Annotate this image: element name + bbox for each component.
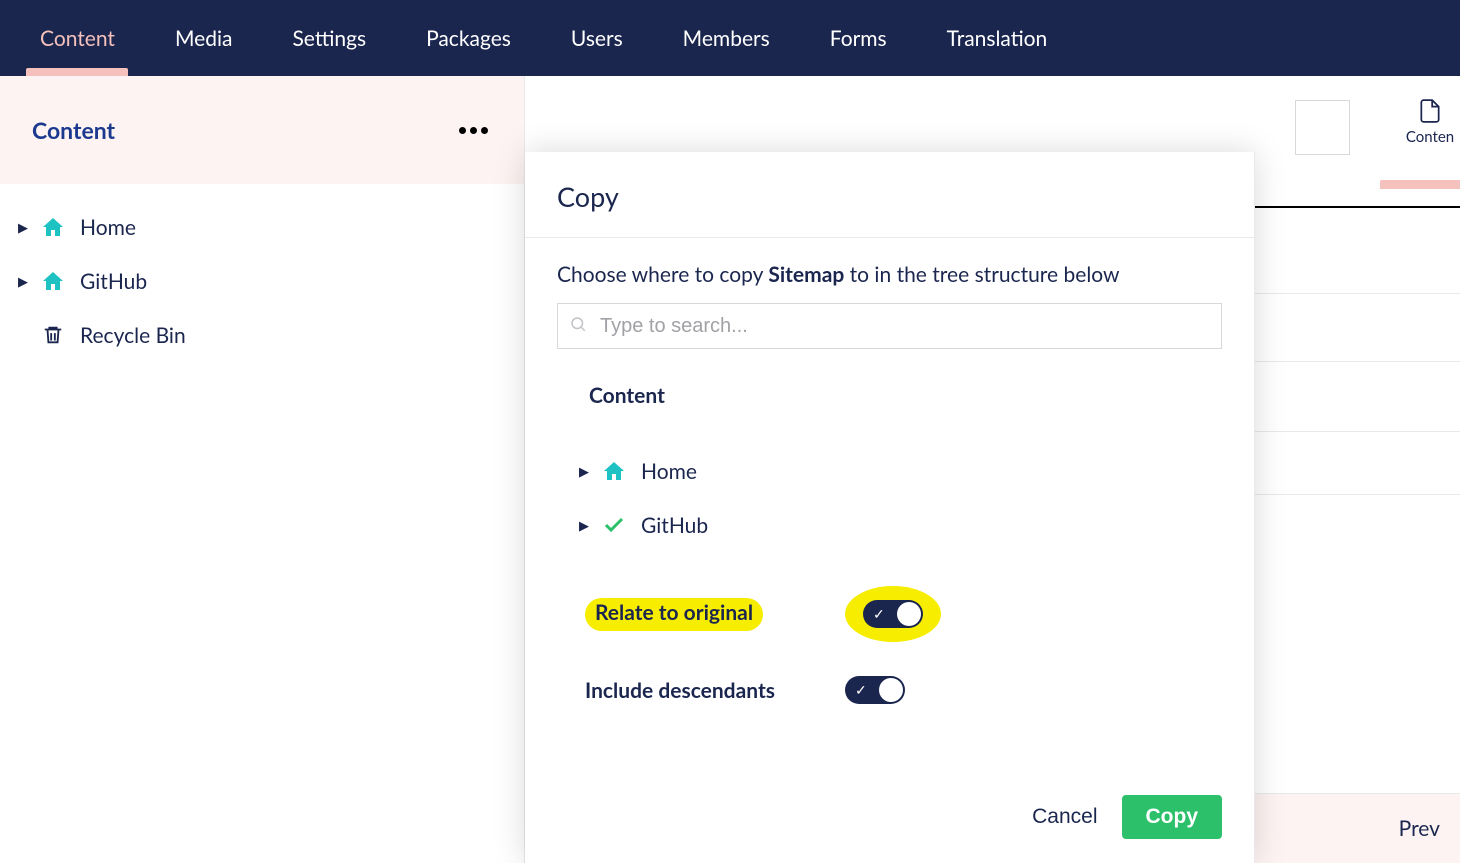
- sidebar-header: Content: [0, 76, 524, 184]
- tree-item-recycle-bin[interactable]: Recycle Bin: [14, 308, 524, 362]
- toggle-relate-label: Relate to original: [585, 598, 845, 631]
- tree-label: GitHub: [74, 269, 147, 294]
- dialog-title: Copy: [557, 180, 1222, 213]
- search-icon: [569, 315, 587, 337]
- cancel-button[interactable]: Cancel: [1032, 805, 1097, 829]
- sidebar-title: Content: [32, 116, 115, 144]
- tab-content[interactable]: Conten: [1400, 98, 1460, 146]
- top-nav: Content Media Settings Packages Users Me…: [0, 0, 1460, 76]
- trash-icon: [32, 324, 74, 346]
- caret-right-icon[interactable]: ▶: [575, 517, 593, 534]
- more-icon[interactable]: [451, 119, 496, 142]
- checkmark-icon: ✓: [873, 605, 885, 623]
- toggle-relate[interactable]: ✓: [863, 600, 923, 628]
- toggle-descendants-label: Include descendants: [585, 678, 845, 703]
- toggle-relate-row: Relate to original ✓: [585, 586, 1222, 642]
- toggle-descendants[interactable]: ✓: [845, 676, 905, 704]
- file-icon: [1417, 98, 1443, 124]
- home-icon: [32, 269, 74, 293]
- nav-users[interactable]: Users: [541, 0, 653, 76]
- tree-label: Home: [74, 215, 136, 240]
- tree-label: GitHub: [635, 513, 708, 538]
- search-input[interactable]: [557, 303, 1222, 349]
- tree-label: Home: [635, 459, 697, 484]
- check-icon: [593, 513, 635, 537]
- editor-title-input[interactable]: [1295, 100, 1350, 155]
- caret-right-icon[interactable]: ▶: [575, 463, 593, 480]
- nav-settings[interactable]: Settings: [262, 0, 396, 76]
- home-icon: [593, 459, 635, 483]
- dialog-tree-title: Content: [557, 383, 1222, 408]
- home-icon: [32, 215, 74, 239]
- tree-item-home[interactable]: ▶ Home: [14, 200, 524, 254]
- toggle-descendants-row: Include descendants ✓: [585, 676, 1222, 704]
- nav-media[interactable]: Media: [145, 0, 263, 76]
- copy-button[interactable]: Copy: [1122, 795, 1223, 839]
- dialog-instruction: Choose where to copy Sitemap to in the t…: [557, 262, 1222, 287]
- tab-label: Conten: [1406, 128, 1454, 146]
- copy-dialog: Copy Choose where to copy Sitemap to in …: [525, 152, 1255, 863]
- checkmark-icon: ✓: [855, 681, 867, 699]
- nav-content[interactable]: Content: [10, 0, 145, 76]
- nav-packages[interactable]: Packages: [396, 0, 541, 76]
- dialog-tree-item-github[interactable]: ▶ GitHub: [575, 498, 1222, 552]
- nav-forms[interactable]: Forms: [800, 0, 917, 76]
- caret-right-icon[interactable]: ▶: [14, 219, 32, 236]
- caret-right-icon[interactable]: ▶: [14, 273, 32, 290]
- sidebar-tree: ▶ Home ▶ GitHub Recycle Bin: [0, 184, 524, 362]
- nav-members[interactable]: Members: [653, 0, 800, 76]
- dialog-tree: ▶ Home ▶ GitHub: [557, 444, 1222, 552]
- preview-button[interactable]: Prev: [1399, 816, 1440, 841]
- tree-label: Recycle Bin: [74, 323, 186, 348]
- dialog-footer: Cancel Copy: [525, 777, 1254, 863]
- search-wrap: [557, 303, 1222, 349]
- dialog-tree-item-home[interactable]: ▶ Home: [575, 444, 1222, 498]
- tree-item-github[interactable]: ▶ GitHub: [14, 254, 524, 308]
- sidebar: Content ▶ Home ▶ GitHub: [0, 76, 525, 863]
- dialog-header: Copy: [525, 152, 1254, 238]
- nav-translation[interactable]: Translation: [917, 0, 1078, 76]
